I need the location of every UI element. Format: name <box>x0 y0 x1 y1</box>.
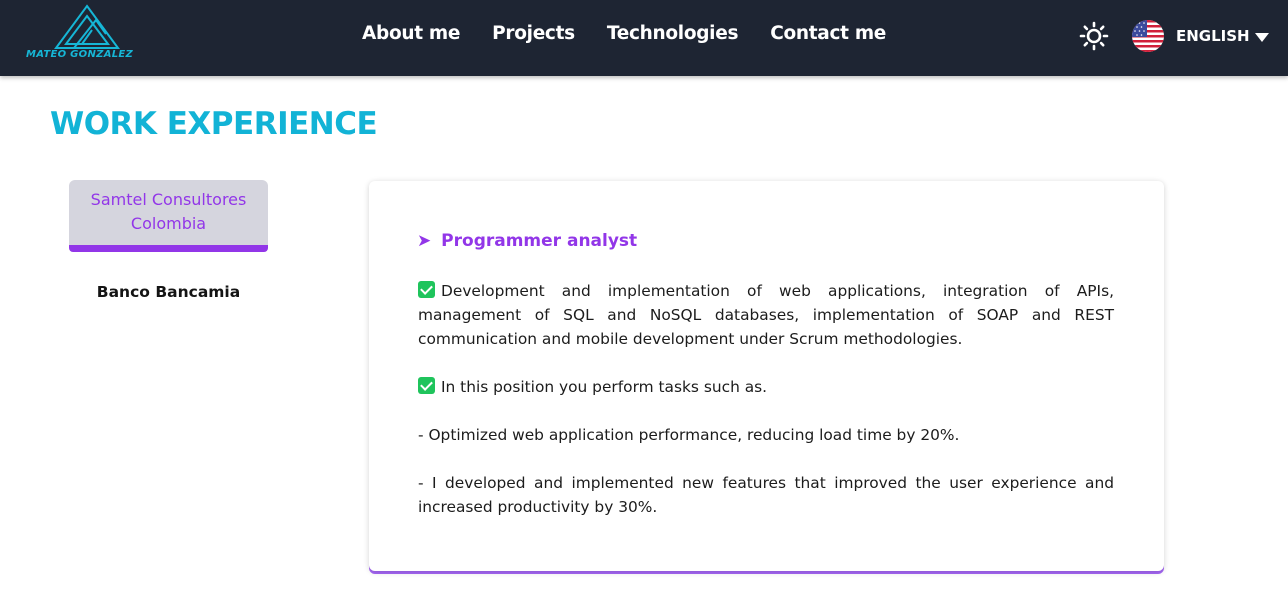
arrow-icon: ➤ <box>417 231 432 251</box>
experience-card: ➤ Programmer analyst Development and imp… <box>369 181 1164 571</box>
logo-text: MATEO GONZALEZ <box>26 49 134 60</box>
nav-link-contact-me[interactable]: Contact me <box>770 23 886 44</box>
company-tab-samtel[interactable]: Samtel Consultores Colombia <box>69 180 268 252</box>
checkmark-icon <box>418 377 435 394</box>
logo[interactable]: MATEO GONZALEZ <box>26 4 146 62</box>
nav-link-about-me[interactable]: About me <box>362 23 460 44</box>
nav-links: About me Projects Technologies Contact m… <box>362 23 918 44</box>
section-title: WORK EXPERIENCE <box>50 106 378 142</box>
language-selector[interactable]: ENGLISH <box>1132 20 1269 52</box>
us-flag-icon <box>1132 20 1164 52</box>
nav-link-technologies[interactable]: Technologies <box>607 23 739 44</box>
role-title: ➤ Programmer analyst <box>417 231 637 251</box>
chevron-down-icon <box>1254 32 1269 42</box>
sun-icon <box>1079 21 1109 51</box>
language-label: ENGLISH <box>1176 27 1250 45</box>
role-label: Programmer analyst <box>441 231 638 251</box>
company-tab-bancamia[interactable]: Banco Bancamia <box>69 281 268 305</box>
experience-paragraph: Development and implementation of web ap… <box>418 281 1114 348</box>
theme-toggle-button[interactable] <box>1079 21 1109 51</box>
experience-paragraph: In this position you perform tasks such … <box>418 375 1114 399</box>
experience-paragraph: - Optimized web application performance,… <box>418 426 960 444</box>
checkmark-icon <box>418 281 435 298</box>
experience-paragraph: - I developed and implemented new featur… <box>418 474 1114 516</box>
navbar: MATEO GONZALEZ About me Projects Technol… <box>0 0 1288 76</box>
logo-triangle-icon <box>54 4 120 49</box>
nav-link-projects[interactable]: Projects <box>492 23 575 44</box>
